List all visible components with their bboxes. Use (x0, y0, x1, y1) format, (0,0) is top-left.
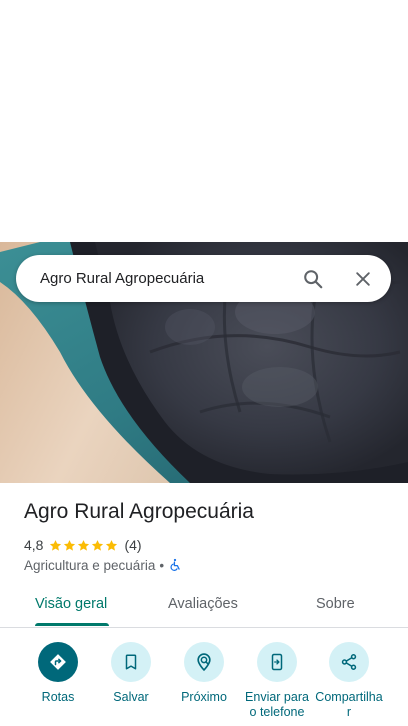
share-label: Compartilhar (315, 690, 383, 719)
search-icon (304, 269, 323, 288)
place-title: Agro Rural Agropecuária (24, 500, 254, 523)
star-icon (64, 539, 76, 551)
active-tab-indicator (35, 623, 109, 626)
send-to-phone-circle[interactable] (257, 642, 297, 682)
tab-about[interactable]: Sobre (316, 596, 355, 612)
share-button[interactable]: Compartilhar (311, 642, 387, 720)
send-to-phone-label: Enviar para o telefone (245, 690, 309, 719)
save-label: Salvar (113, 690, 149, 704)
directions-label: Rotas (41, 690, 75, 704)
place-tabs: Visão geral Avaliações Sobre (0, 585, 408, 628)
clear-search-button[interactable] (343, 259, 383, 299)
place-category: Agricultura e pecuária (24, 557, 156, 573)
nearby-button[interactable]: Próximo (166, 642, 242, 705)
directions-circle[interactable] (38, 642, 78, 682)
star-icon (106, 539, 118, 551)
star-icon (50, 539, 62, 551)
tab-overview[interactable]: Visão geral (35, 596, 107, 612)
directions-button[interactable]: Rotas (20, 642, 96, 705)
bookmark-icon (125, 654, 137, 670)
tab-reviews[interactable]: Avaliações (168, 596, 238, 612)
search-query[interactable]: Agro Rural Agropecuária (16, 270, 293, 287)
share-icon (341, 654, 357, 670)
wheelchair-accessible-icon (170, 558, 180, 571)
share-circle[interactable] (329, 642, 369, 682)
nearby-label: Próximo (181, 690, 227, 704)
directions-icon (50, 654, 66, 670)
nearby-icon (197, 653, 211, 672)
category-row: Agricultura e pecuária • (24, 556, 182, 574)
send-to-phone-icon (271, 653, 283, 671)
star-icon (78, 539, 90, 551)
save-circle[interactable] (111, 642, 151, 682)
star-icon (92, 539, 104, 551)
search-button[interactable] (293, 259, 333, 299)
separator-dot: • (159, 557, 165, 573)
rating-value: 4,8 (24, 537, 44, 553)
search-bar[interactable]: Agro Rural Agropecuária (16, 255, 391, 302)
close-icon (356, 271, 370, 286)
send-to-phone-button[interactable]: Enviar para o telefone (239, 642, 315, 720)
rating-row[interactable]: 4,8 (4) (24, 536, 142, 554)
rating-stars (49, 539, 119, 552)
nearby-circle[interactable] (184, 642, 224, 682)
save-button[interactable]: Salvar (93, 642, 169, 705)
review-count: (4) (124, 537, 142, 553)
